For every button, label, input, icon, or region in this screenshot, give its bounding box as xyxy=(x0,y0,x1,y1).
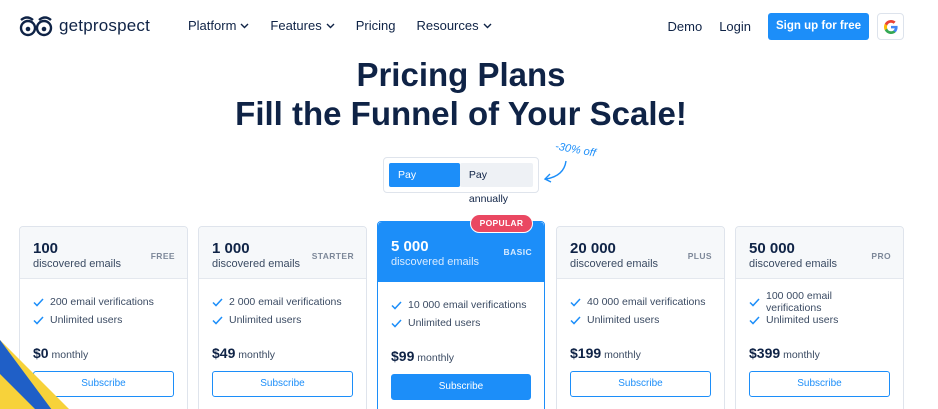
title-line-2: Fill the Funnel of Your Scale! xyxy=(235,95,687,132)
plan-count-label: discovered emails xyxy=(749,258,838,270)
top-nav: getprospect Platform Features Pricing Re… xyxy=(0,0,938,54)
pay-annually-option[interactable]: Pay annually xyxy=(459,163,533,205)
feature-text: 200 email verifications xyxy=(50,296,154,308)
feature-item: Unlimited users xyxy=(391,314,531,332)
plan-tier: FREE xyxy=(150,251,175,261)
feature-text: Unlimited users xyxy=(587,314,660,326)
plan-tier: PRO xyxy=(871,251,891,261)
plan-price: $399 monthly xyxy=(736,329,903,361)
curved-arrow-icon xyxy=(543,160,567,183)
plan-count-label: discovered emails xyxy=(391,256,480,268)
check-icon xyxy=(570,315,581,325)
subscribe-button[interactable]: Subscribe xyxy=(749,371,890,397)
chevron-down-icon xyxy=(240,23,249,28)
feature-text: Unlimited users xyxy=(766,314,839,326)
menu-resources-label: Resources xyxy=(416,18,479,33)
discount-note: -30% off xyxy=(554,140,597,160)
chevron-down-icon xyxy=(483,23,492,28)
check-icon xyxy=(212,315,223,325)
feature-item: 200 email verifications xyxy=(33,293,174,311)
plan-card-starter: 1 000 discovered emails STARTER 2 000 em… xyxy=(198,226,367,409)
plan-features: 10 000 email verifications Unlimited use… xyxy=(378,282,544,332)
check-icon xyxy=(391,318,402,328)
menu-features-label: Features xyxy=(270,18,322,33)
google-icon xyxy=(883,19,898,34)
signup-button[interactable]: Sign up for free xyxy=(768,13,869,40)
title-line-1: Pricing Plans xyxy=(356,56,566,93)
feature-text: Unlimited users xyxy=(408,317,481,329)
plan-features: 100 000 email verifications Unlimited us… xyxy=(736,279,903,329)
plan-features: 200 email verifications Unlimited users xyxy=(20,279,187,329)
plan-card-plus: 20 000 discovered emails PLUS 40 000 ema… xyxy=(556,226,725,409)
plan-tier: PLUS xyxy=(687,251,712,261)
plan-tier: STARTER xyxy=(311,251,354,261)
feature-text: 2 000 email verifications xyxy=(229,296,342,308)
menu-pricing[interactable]: Pricing xyxy=(356,18,396,33)
ukraine-flag-ribbon xyxy=(0,340,69,409)
feature-text: Unlimited users xyxy=(229,314,302,326)
price-period: monthly xyxy=(238,349,276,361)
check-icon xyxy=(212,297,223,307)
check-icon xyxy=(33,297,44,307)
plan-header: 50 000 discovered emails PRO xyxy=(736,227,903,279)
feature-text: Unlimited users xyxy=(50,314,123,326)
price-amount: $49 xyxy=(212,345,236,361)
check-icon xyxy=(391,300,402,310)
menu-resources[interactable]: Resources xyxy=(416,18,492,33)
plan-card-pro: 50 000 discovered emails PRO 100 000 ema… xyxy=(735,226,904,409)
price-amount: $399 xyxy=(749,345,781,361)
nav-actions: Demo Login Sign up for free xyxy=(668,13,938,40)
google-signin-button[interactable] xyxy=(877,13,904,40)
menu-platform[interactable]: Platform xyxy=(188,18,249,33)
pay-monthly-option[interactable]: Pay monthly xyxy=(389,163,460,205)
login-link[interactable]: Login xyxy=(719,19,751,34)
check-icon xyxy=(570,297,581,307)
price-period: monthly xyxy=(604,349,641,361)
menu-features[interactable]: Features xyxy=(270,18,335,33)
brand-name: getprospect xyxy=(59,16,151,35)
subscribe-button[interactable]: Subscribe xyxy=(212,371,353,397)
subscribe-button[interactable]: Subscribe xyxy=(570,371,711,397)
feature-item: Unlimited users xyxy=(212,311,353,329)
demo-link[interactable]: Demo xyxy=(668,19,703,34)
subscribe-button[interactable]: Subscribe xyxy=(391,374,531,400)
feature-item: Unlimited users xyxy=(570,311,711,329)
menu-platform-label: Platform xyxy=(188,18,237,33)
menu-pricing-label: Pricing xyxy=(355,18,396,33)
plan-tier: BASIC xyxy=(503,247,532,257)
feature-text: 40 000 email verifications xyxy=(587,296,706,308)
plan-price: $49 monthly xyxy=(199,329,366,361)
owl-logo-icon xyxy=(19,16,53,37)
feature-item: 40 000 email verifications xyxy=(570,293,711,311)
plan-header: 20 000 discovered emails PLUS xyxy=(557,227,724,279)
billing-toggle: Pay monthly Pay annually xyxy=(383,157,539,205)
plan-header: 100 discovered emails FREE xyxy=(20,227,187,279)
plan-price: $99 monthly xyxy=(378,332,544,364)
plan-header: 1 000 discovered emails STARTER xyxy=(199,227,366,279)
popular-badge: POPULAR xyxy=(470,214,533,233)
price-amount: $99 xyxy=(391,348,415,364)
price-period: monthly xyxy=(417,352,455,364)
feature-item: 2 000 email verifications xyxy=(212,293,353,311)
feature-text: 10 000 email verifications xyxy=(408,299,527,311)
plan-features: 40 000 email verifications Unlimited use… xyxy=(557,279,724,329)
check-icon xyxy=(33,315,44,325)
feature-item: 10 000 email verifications xyxy=(391,296,531,314)
page-title: Pricing Plans Fill the Funnel of Your Sc… xyxy=(0,55,922,133)
plan-email-count: 50 000 xyxy=(749,240,795,257)
feature-item: Unlimited users xyxy=(33,311,174,329)
chevron-down-icon xyxy=(326,23,335,28)
brand-logo[interactable]: getprospect xyxy=(19,14,150,38)
feature-text: 100 000 email verifications xyxy=(766,290,832,314)
feature-item: 100 000 email verifications xyxy=(749,290,890,314)
check-icon xyxy=(749,297,760,307)
price-period: monthly xyxy=(783,349,820,361)
plan-features: 2 000 email verifications Unlimited user… xyxy=(199,279,366,329)
check-icon xyxy=(749,315,760,325)
price-amount: $199 xyxy=(570,345,602,361)
plan-card-basic: 5 000 discovered emails BASIC 10 000 ema… xyxy=(377,221,545,409)
plan-price: $199 monthly xyxy=(557,329,724,361)
main-menu: Platform Features Pricing Resources xyxy=(188,18,513,33)
